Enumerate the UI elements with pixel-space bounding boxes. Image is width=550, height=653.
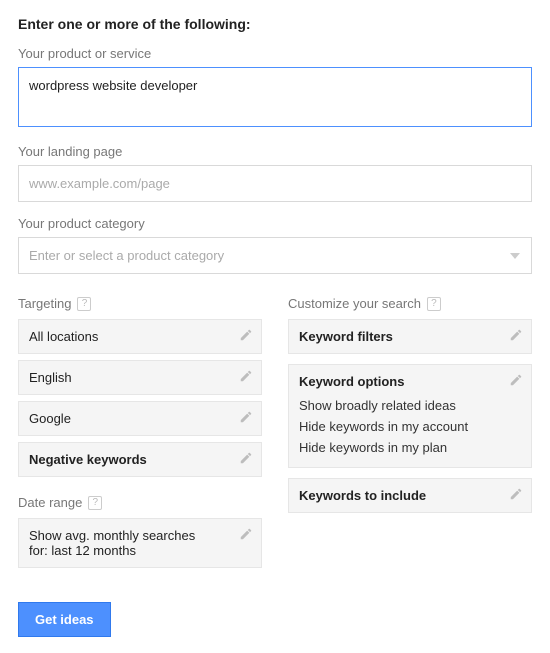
date-range-text: Show avg. monthly searches for: last 12 … (29, 528, 209, 558)
negative-keywords-card[interactable]: Negative keywords (18, 442, 262, 477)
landing-label: Your landing page (18, 144, 532, 159)
targeting-title-row: Targeting ? (18, 296, 262, 311)
pencil-icon (509, 373, 523, 387)
customize-title: Customize your search (288, 296, 421, 311)
product-label: Your product or service (18, 46, 532, 61)
pencil-icon (509, 487, 523, 501)
pencil-icon (239, 527, 253, 541)
page-heading: Enter one or more of the following: (18, 16, 532, 32)
keyword-options-card[interactable]: Keyword options Show broadly related ide… (288, 364, 532, 468)
keywords-include-card[interactable]: Keywords to include (288, 478, 532, 513)
targeting-language-text: English (29, 370, 72, 385)
pencil-icon (239, 369, 253, 383)
landing-page-input[interactable] (18, 165, 532, 202)
keyword-option: Hide keywords in my plan (299, 437, 521, 458)
keyword-options-list: Show broadly related ideas Hide keywords… (299, 395, 521, 458)
category-label: Your product category (18, 216, 532, 231)
targeting-locations-text: All locations (29, 329, 98, 344)
targeting-language-card[interactable]: English (18, 360, 262, 395)
pencil-icon (239, 451, 253, 465)
keyword-filters-text: Keyword filters (299, 329, 393, 344)
date-range-card[interactable]: Show avg. monthly searches for: last 12 … (18, 518, 262, 568)
product-input[interactable] (18, 67, 532, 127)
keywords-include-text: Keywords to include (299, 488, 426, 503)
category-placeholder: Enter or select a product category (29, 248, 224, 263)
product-category-select[interactable]: Enter or select a product category (18, 237, 532, 274)
get-ideas-button[interactable]: Get ideas (18, 602, 111, 637)
targeting-network-card[interactable]: Google (18, 401, 262, 436)
help-icon[interactable]: ? (427, 297, 441, 311)
right-column: Customize your search ? Keyword filters … (288, 296, 532, 574)
pencil-icon (239, 410, 253, 424)
targeting-title: Targeting (18, 296, 71, 311)
pencil-icon (509, 328, 523, 342)
keyword-options-title: Keyword options (299, 374, 404, 389)
date-range-title-row: Date range ? (18, 495, 262, 510)
customize-title-row: Customize your search ? (288, 296, 532, 311)
keyword-option: Show broadly related ideas (299, 395, 521, 416)
date-range-title: Date range (18, 495, 82, 510)
keyword-option: Hide keywords in my account (299, 416, 521, 437)
help-icon[interactable]: ? (88, 496, 102, 510)
pencil-icon (239, 328, 253, 342)
targeting-locations-card[interactable]: All locations (18, 319, 262, 354)
targeting-network-text: Google (29, 411, 71, 426)
chevron-down-icon (509, 252, 521, 260)
keyword-filters-card[interactable]: Keyword filters (288, 319, 532, 354)
help-icon[interactable]: ? (77, 297, 91, 311)
negative-keywords-text: Negative keywords (29, 452, 147, 467)
left-column: Targeting ? All locations English Google… (18, 296, 262, 574)
